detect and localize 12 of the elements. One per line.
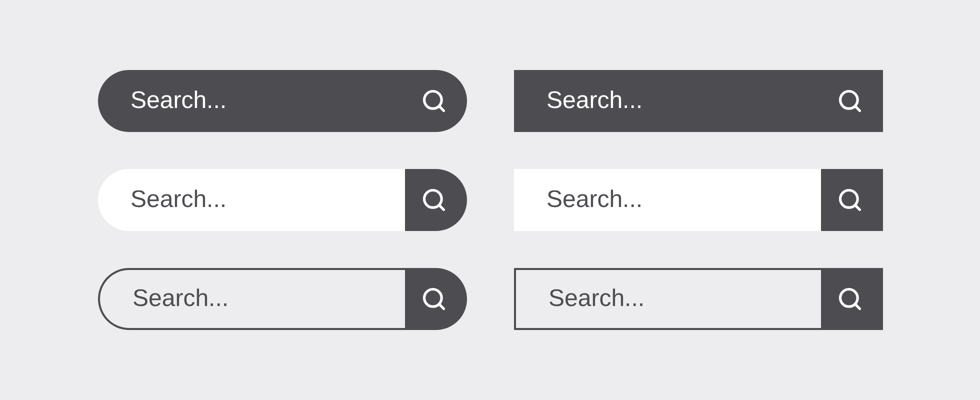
search-input[interactable]: Search... [546,182,820,218]
search-field[interactable]: Search... [514,70,882,132]
search-field[interactable]: Search... [98,169,404,231]
search-input[interactable]: Search... [132,281,404,317]
search-input[interactable]: Search... [130,83,420,119]
search-input[interactable]: Search... [546,83,836,119]
search-input[interactable]: Search... [548,281,820,317]
search-field[interactable]: Search... [514,268,820,330]
search-field[interactable]: Search... [98,268,404,330]
search-input[interactable]: Search... [130,182,404,218]
search-field[interactable]: Search... [514,169,820,231]
search-field[interactable]: Search... [98,70,466,132]
